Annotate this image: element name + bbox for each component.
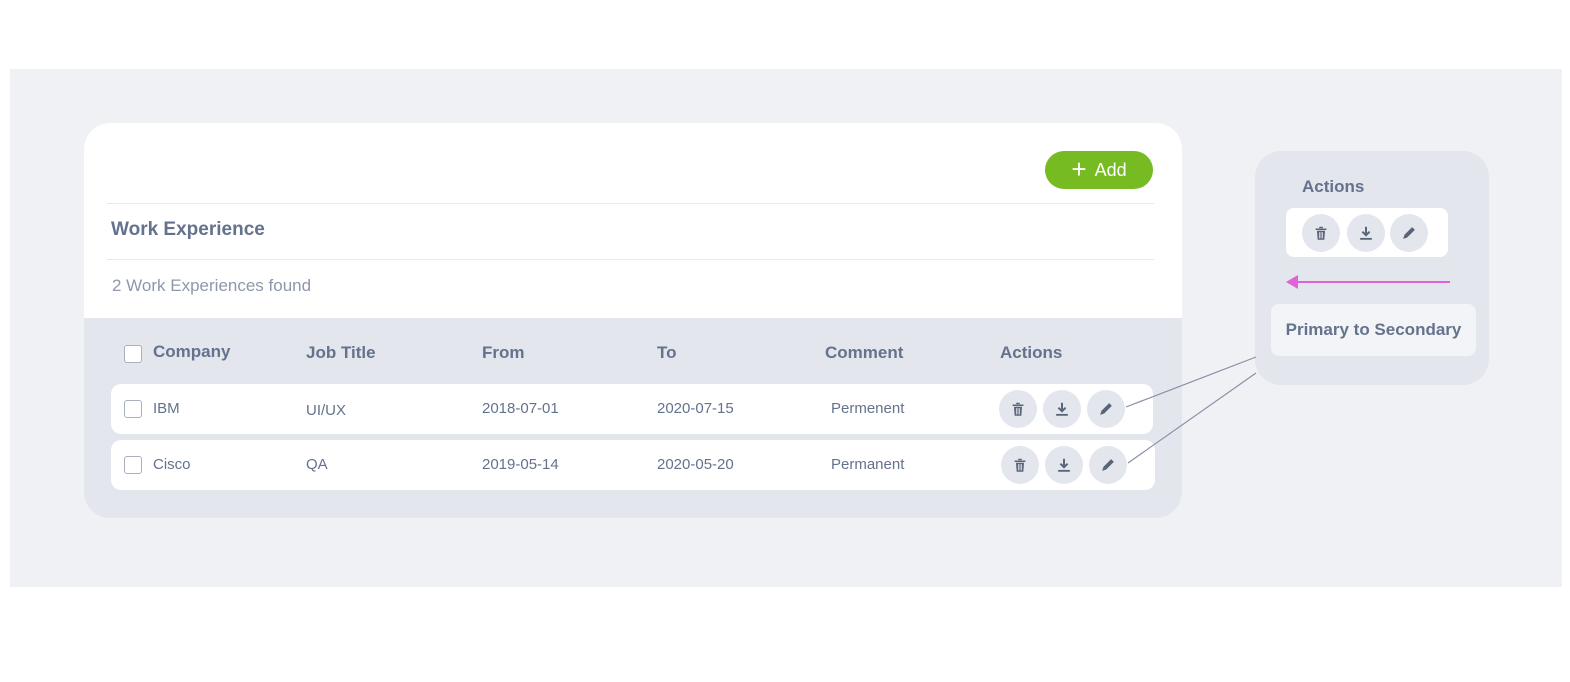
annotation-overlay: [1125, 275, 1450, 464]
arrow-left-icon: [1286, 275, 1298, 289]
connector-line: [1127, 372, 1257, 464]
connector-line: [1125, 356, 1257, 408]
